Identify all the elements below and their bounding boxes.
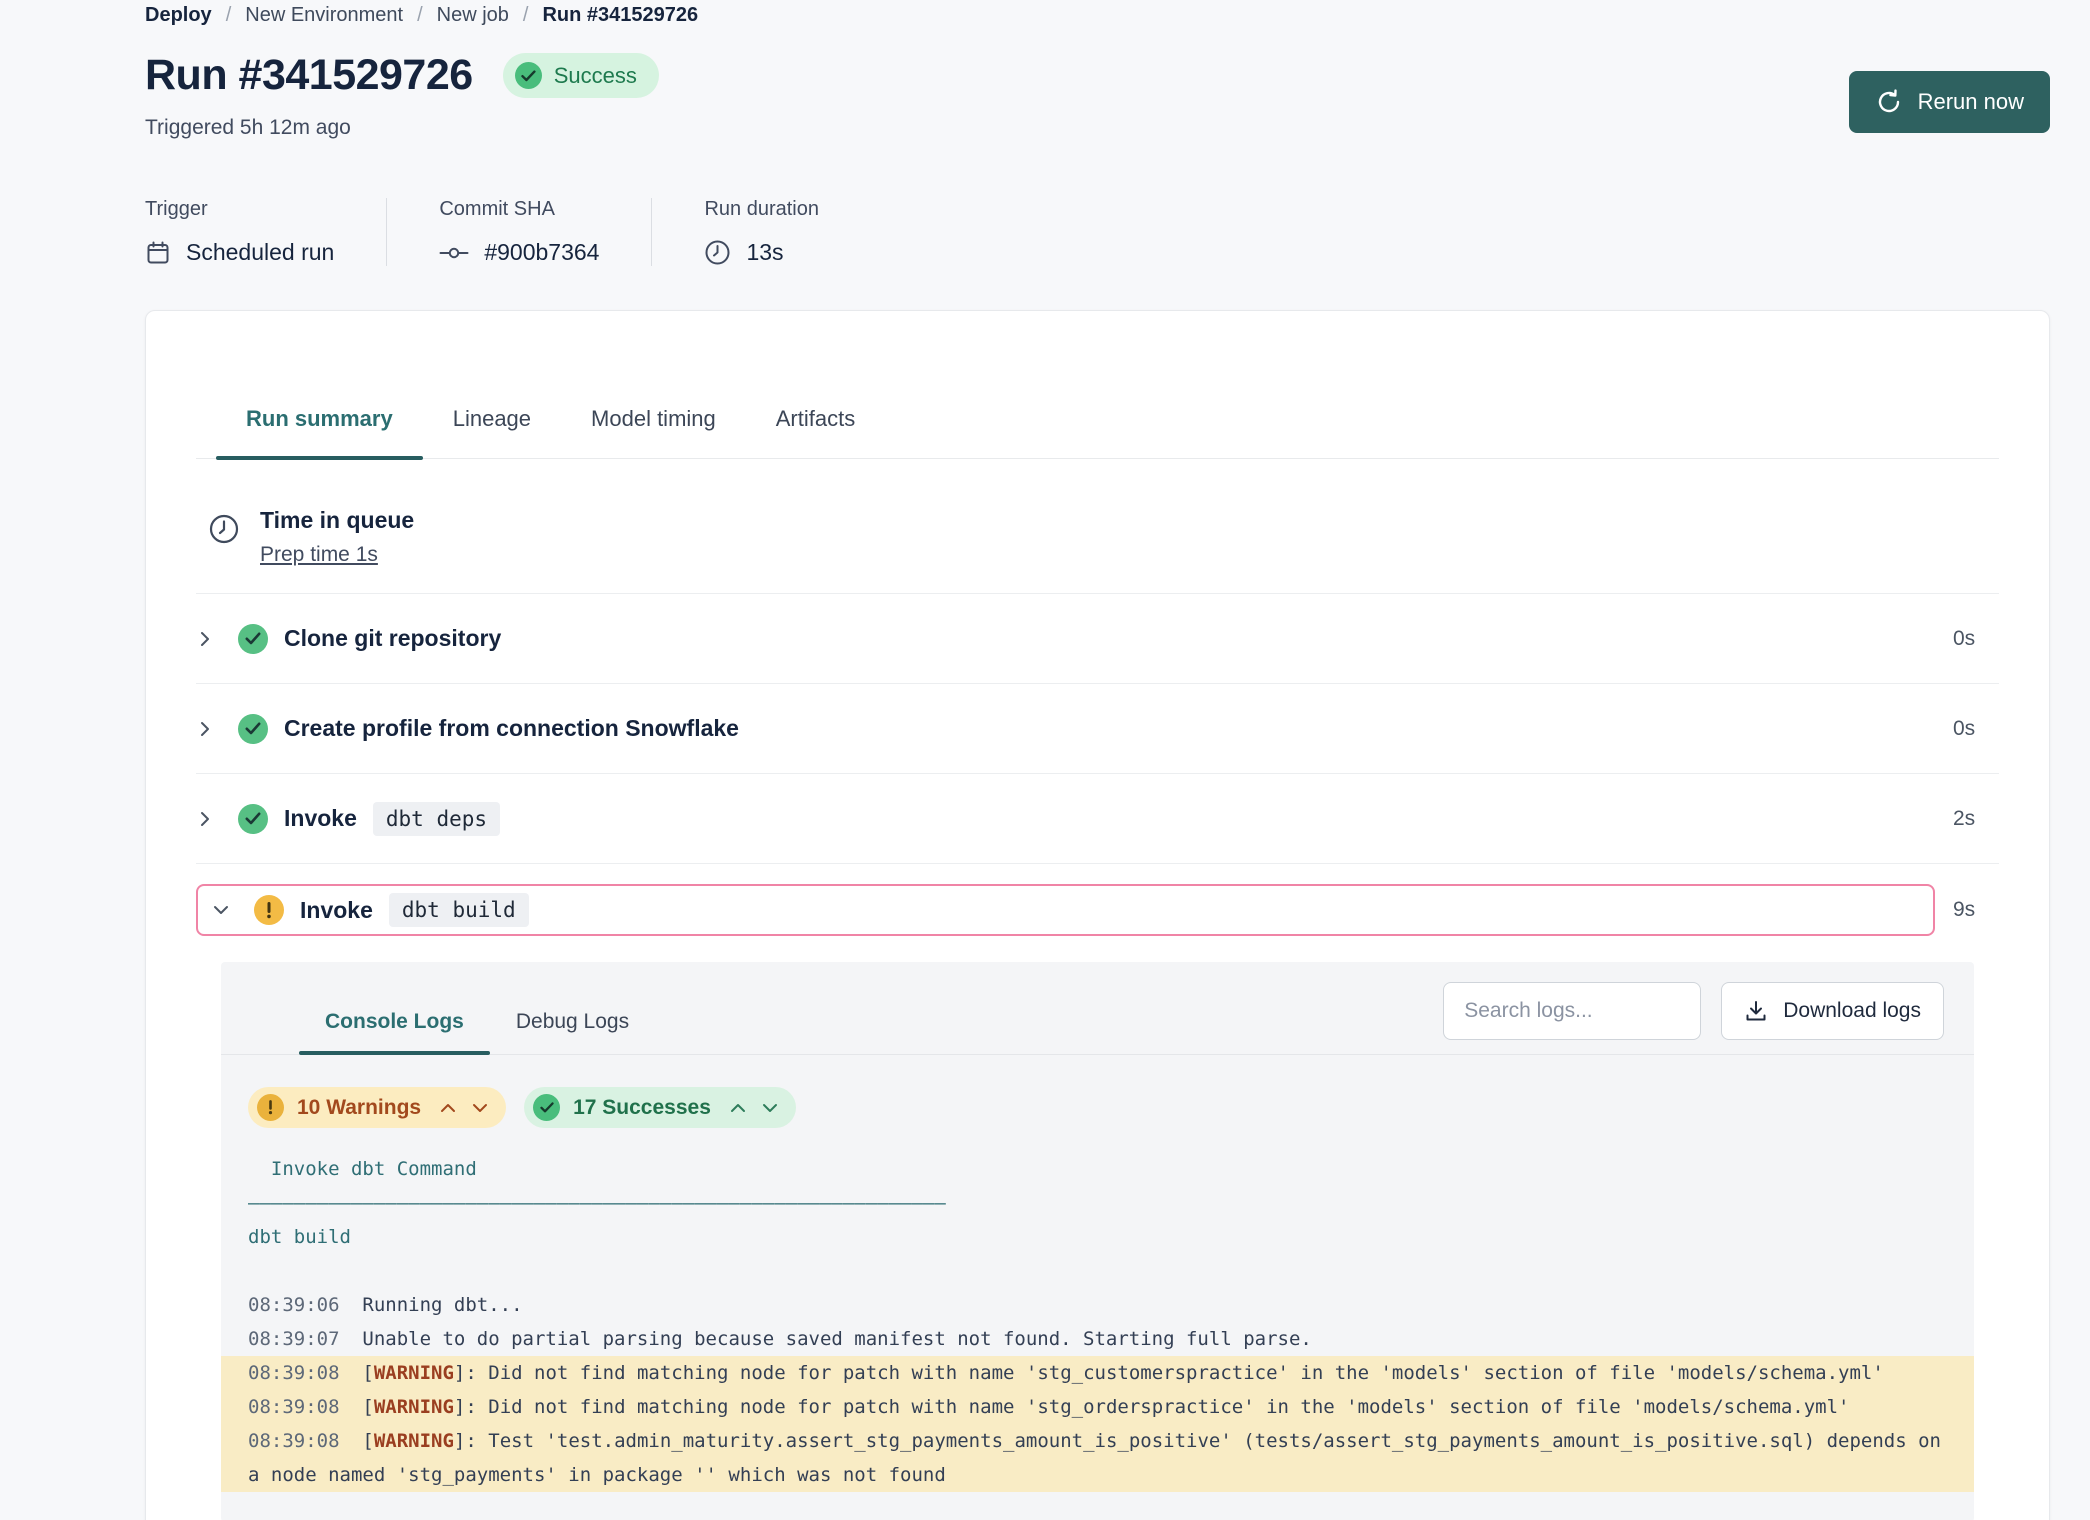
breadcrumb-separator: /	[226, 4, 232, 27]
step-title: Create profile from connection Snowflake	[284, 715, 739, 742]
tab-run-summary[interactable]: Run summary	[216, 406, 423, 458]
search-logs-input[interactable]	[1443, 982, 1701, 1040]
meta-trigger-value: Scheduled run	[186, 239, 334, 266]
breadcrumb-current-run: Run #341529726	[542, 4, 698, 27]
meta-duration-label: Run duration	[704, 198, 819, 221]
success-check-icon	[238, 624, 268, 654]
rerun-now-button[interactable]: Rerun now	[1849, 71, 2050, 133]
chevron-down-icon[interactable]	[212, 901, 254, 919]
meta-commit-value: #900b7364	[484, 239, 599, 266]
log-tabs: Console Logs Debug Logs	[299, 995, 655, 1054]
success-check-icon	[238, 714, 268, 744]
run-detail-page: Deploy / New Environment / New job / Run…	[0, 0, 2090, 1520]
warnings-filter-pill[interactable]: 10 Warnings	[248, 1087, 506, 1128]
breadcrumb-deploy[interactable]: Deploy	[145, 4, 212, 27]
meta-trigger: Trigger Scheduled run	[145, 198, 387, 266]
tab-console-logs[interactable]: Console Logs	[299, 995, 490, 1054]
meta-duration-value: 13s	[746, 239, 783, 266]
meta-trigger-label: Trigger	[145, 198, 334, 221]
run-summary-card: Run summary Lineage Model timing Artifac…	[145, 310, 2050, 1520]
meta-commit-label: Commit SHA	[439, 198, 599, 221]
success-prev-chevron-up-icon[interactable]	[730, 1103, 746, 1113]
log-line: Invoke dbt Command	[221, 1152, 1974, 1186]
breadcrumb: Deploy / New Environment / New job / Run…	[145, 2, 2050, 27]
success-next-chevron-down-icon[interactable]	[762, 1103, 778, 1113]
download-logs-label: Download logs	[1783, 999, 1921, 1023]
log-warning-line: 08:39:08[WARNING]: Test 'test.admin_matu…	[221, 1424, 1974, 1492]
log-line: 08:39:07Unable to do partial parsing bec…	[221, 1322, 1974, 1356]
breadcrumb-separator: /	[523, 4, 529, 27]
log-blank-line	[221, 1254, 1974, 1288]
successes-filter-pill[interactable]: 17 Successes	[524, 1087, 796, 1128]
warning-icon	[257, 1094, 284, 1121]
log-line: dbt build	[221, 1220, 1974, 1254]
step-dbt-build-selected[interactable]: Invoke dbt build	[196, 884, 1935, 936]
download-icon	[1744, 999, 1768, 1023]
check-icon	[533, 1094, 560, 1121]
step-duration: 0s	[1953, 717, 1999, 741]
step-title: Clone git repository	[284, 625, 501, 652]
calendar-icon	[145, 240, 171, 266]
step-duration: 9s	[1953, 898, 1999, 922]
step-row-dbt-build: Invoke dbt build 9s	[196, 884, 1999, 936]
triggered-timestamp: Triggered 5h 12m ago	[145, 116, 659, 140]
step-row-dbt-deps[interactable]: Invoke dbt deps 2s	[196, 774, 1999, 864]
clock-icon	[208, 513, 240, 567]
commit-icon	[439, 240, 469, 266]
breadcrumb-environment[interactable]: New Environment	[245, 4, 403, 27]
status-badge-label: Success	[554, 63, 637, 89]
clock-icon	[704, 239, 731, 266]
warning-next-chevron-down-icon[interactable]	[472, 1103, 488, 1113]
warnings-pill-label: 10 Warnings	[297, 1096, 421, 1120]
log-panel-header: Console Logs Debug Logs Download logs	[221, 962, 1974, 1055]
step-duration: 0s	[1953, 627, 1999, 651]
warning-prev-chevron-up-icon[interactable]	[440, 1103, 456, 1113]
tab-model-timing[interactable]: Model timing	[561, 406, 746, 458]
chevron-right-icon[interactable]	[196, 810, 238, 828]
check-circle-icon	[515, 62, 542, 89]
prep-time-link[interactable]: Prep time 1s	[260, 543, 378, 567]
time-in-queue-title: Time in queue	[260, 507, 414, 534]
step-title: Invoke	[284, 805, 357, 832]
successes-pill-label: 17 Successes	[573, 1096, 711, 1120]
log-actions: Download logs	[1443, 982, 1944, 1054]
log-warning-line: 08:39:08[WARNING]: Did not find matching…	[221, 1390, 1974, 1424]
step-command-chip: dbt deps	[373, 802, 500, 836]
tab-artifacts[interactable]: Artifacts	[746, 406, 885, 458]
log-warning-line: 08:39:08[WARNING]: Did not find matching…	[221, 1356, 1974, 1390]
run-meta-row: Trigger Scheduled run Commit SHA #900b73…	[145, 198, 2050, 266]
console-log-panel: Console Logs Debug Logs Download logs	[221, 962, 1974, 1520]
chevron-right-icon[interactable]	[196, 630, 238, 648]
page-header: Run #341529726 Success Triggered 5h 12m …	[145, 51, 2050, 140]
step-duration: 2s	[1953, 807, 1999, 831]
log-divider-line: ––––––––––––––––––––––––––––––––––––––––…	[221, 1186, 1974, 1220]
step-row-clone-git[interactable]: Clone git repository 0s	[196, 594, 1999, 684]
status-badge: Success	[503, 53, 659, 98]
chevron-right-icon[interactable]	[196, 720, 238, 738]
warning-status-icon	[254, 895, 284, 925]
time-in-queue-section: Time in queue Prep time 1s	[196, 459, 1999, 594]
run-tabs: Run summary Lineage Model timing Artifac…	[196, 311, 1999, 459]
success-check-icon	[238, 804, 268, 834]
meta-commit-sha: Commit SHA #900b7364	[439, 198, 652, 266]
step-row-create-profile[interactable]: Create profile from connection Snowflake…	[196, 684, 1999, 774]
log-filter-badges: 10 Warnings 17 Successes	[221, 1055, 1974, 1128]
meta-run-duration: Run duration 13s	[704, 198, 871, 266]
step-title: Invoke	[300, 897, 373, 924]
tab-lineage[interactable]: Lineage	[423, 406, 561, 458]
rerun-now-label: Rerun now	[1918, 89, 2024, 115]
tab-debug-logs[interactable]: Debug Logs	[490, 995, 655, 1054]
log-output: Invoke dbt Command –––––––––––––––––––––…	[221, 1152, 1974, 1492]
breadcrumb-separator: /	[417, 4, 423, 27]
refresh-icon	[1875, 88, 1903, 116]
download-logs-button[interactable]: Download logs	[1721, 982, 1944, 1040]
breadcrumb-job[interactable]: New job	[437, 4, 509, 27]
step-command-chip: dbt build	[389, 893, 529, 927]
log-line: 08:39:06Running dbt...	[221, 1288, 1974, 1322]
page-title: Run #341529726	[145, 51, 473, 100]
